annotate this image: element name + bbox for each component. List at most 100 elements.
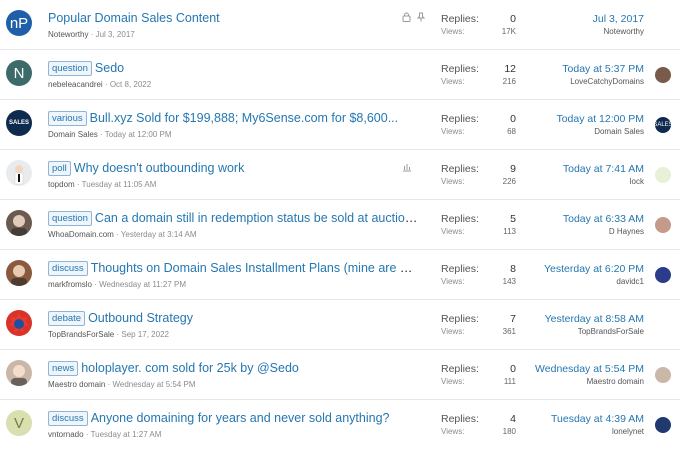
replies-label: Replies: (441, 413, 479, 425)
thread-start-date[interactable]: Sep 17, 2022 (121, 330, 169, 339)
thread-row[interactable]: N question Sedo nebeleacandrei · Oct 8, 2… (0, 50, 680, 100)
thread-main: discuss Anyone domaining for years and ne… (48, 410, 418, 439)
thread-author[interactable]: topdom (48, 180, 75, 189)
latest-post-user[interactable]: Domain Sales (504, 127, 644, 137)
thread-prefix-badge[interactable]: news (48, 361, 79, 376)
avatar[interactable]: N (6, 60, 32, 86)
thread-row[interactable]: SALES various Bull.xyz Sold for $199,888;… (0, 100, 680, 150)
thread-author[interactable]: nebeleacandrei (48, 80, 103, 89)
thread-main: Popular Domain Sales Content Noteworthy … (48, 10, 418, 39)
latest-post-date[interactable]: Today at 7:41 AM (504, 162, 644, 177)
thread-start-date[interactable]: Oct 8, 2022 (110, 80, 151, 89)
avatar[interactable]: SALES (6, 110, 32, 136)
latest-post-date[interactable]: Yesterday at 8:58 AM (504, 312, 644, 327)
thread-start-date[interactable]: Tuesday at 1:27 AM (91, 430, 162, 439)
thread-prefix-badge[interactable]: discuss (48, 261, 88, 276)
thread-author[interactable]: WhoaDomain.com (48, 230, 114, 239)
thread-title-link[interactable]: Thoughts on Domain Sales Installment Pla… (91, 261, 418, 275)
thread-main: question Sedo nebeleacandrei · Oct 8, 202… (48, 60, 418, 89)
latest-poster-avatar[interactable] (655, 167, 671, 183)
thread-row[interactable]: discuss Thoughts on Domain Sales Installm… (0, 250, 680, 300)
thread-title-link[interactable]: Can a domain still in redemption status … (95, 211, 418, 225)
latest-post-user[interactable]: Maestro domain (504, 377, 644, 387)
thread-author[interactable]: Noteworthy (48, 30, 88, 39)
thread-prefix-badge[interactable]: discuss (48, 411, 88, 426)
thread-title-link[interactable]: Outbound Strategy (88, 311, 193, 325)
thread-title-line: debate Outbound Strategy (48, 310, 418, 327)
latest-post-date[interactable]: Tuesday at 4:39 AM (504, 412, 644, 427)
replies-label: Replies: (441, 213, 479, 225)
avatar[interactable] (6, 260, 32, 286)
thread-prefix-badge[interactable]: debate (48, 311, 86, 326)
latest-poster-avatar[interactable] (655, 367, 671, 383)
latest-post-date[interactable]: Today at 12:00 PM (504, 112, 644, 127)
thread-status-icons (402, 162, 412, 175)
thread-row[interactable]: news holoplayer. com sold for 25k by @Sed… (0, 350, 680, 400)
latest-poster-avatar[interactable] (655, 417, 671, 433)
thread-prefix-badge[interactable]: various (48, 111, 87, 126)
thread-row[interactable]: question Can a domain still in redemption… (0, 200, 680, 250)
latest-post-user[interactable]: LoveCatchyDomains (504, 77, 644, 87)
latest-post: Jul 3, 2017 Noteworthy (504, 12, 644, 37)
avatar-text: nP (9, 14, 29, 32)
thread-row[interactable]: poll Why doesn't outbounding work topdom … (0, 150, 680, 200)
avatar[interactable] (6, 210, 32, 236)
thread-title-link[interactable]: Anyone domaining for years and never sol… (91, 411, 390, 425)
thread-author[interactable]: markfromslo (48, 280, 92, 289)
thread-title-link[interactable]: Why doesn't outbounding work (74, 161, 245, 175)
thread-row[interactable]: nP Popular Domain Sales Content Notewort… (0, 0, 680, 50)
views-label: Views: (441, 277, 465, 286)
thread-author[interactable]: Domain Sales (48, 130, 98, 139)
latest-post-date[interactable]: Today at 5:37 PM (504, 62, 644, 77)
avatar[interactable]: nP (6, 10, 32, 36)
latest-post-user[interactable]: davidc1 (504, 277, 644, 287)
thread-prefix-badge[interactable]: question (48, 61, 92, 76)
avatar-text: SALES (8, 120, 29, 126)
thread-meta: nebeleacandrei · Oct 8, 2022 (48, 80, 152, 89)
thread-start-date[interactable]: Today at 12:00 PM (105, 130, 172, 139)
latest-post-date[interactable]: Jul 3, 2017 (504, 12, 644, 27)
thread-title-line: question Sedo (48, 60, 418, 77)
latest-poster-avatar[interactable] (655, 67, 671, 83)
pin-icon (416, 12, 426, 25)
views-label: Views: (441, 127, 465, 136)
avatar[interactable] (6, 310, 32, 336)
thread-title-link[interactable]: Bull.xyz Sold for $199,888; My6Sense.com… (90, 111, 399, 125)
avatar[interactable]: V (6, 410, 32, 436)
thread-start-date[interactable]: Yesterday at 3:14 AM (121, 230, 197, 239)
thread-title-link[interactable]: holoplayer. com sold for 25k by @Sedo (81, 361, 299, 375)
avatar[interactable] (6, 360, 32, 386)
thread-row[interactable]: V discuss Anyone domaining for years and … (0, 400, 680, 449)
thread-author[interactable]: vntornado (48, 430, 84, 439)
thread-row[interactable]: debate Outbound Strategy TopBrandsForSale… (0, 300, 680, 350)
poll-icon (402, 162, 412, 175)
thread-start-date[interactable]: Jul 3, 2017 (96, 30, 135, 39)
latest-post-user[interactable]: D Haynes (504, 227, 644, 237)
thread-title-link[interactable]: Popular Domain Sales Content (48, 11, 220, 25)
latest-post-date[interactable]: Wednesday at 5:54 PM (504, 362, 644, 377)
thread-author[interactable]: Maestro domain (48, 380, 105, 389)
latest-poster-avatar[interactable] (655, 217, 671, 233)
latest-poster-avatar[interactable]: SALES (655, 117, 671, 133)
thread-prefix-badge[interactable]: question (48, 211, 92, 226)
latest-post-user[interactable]: lock (504, 177, 644, 187)
thread-meta: Noteworthy · Jul 3, 2017 (48, 30, 135, 39)
latest-post-date[interactable]: Yesterday at 6:20 PM (504, 262, 644, 277)
avatar[interactable] (6, 160, 32, 186)
latest-post: Yesterday at 8:58 AM TopBrandsForSale (504, 312, 644, 337)
thread-title-link[interactable]: Sedo (95, 61, 124, 75)
thread-start-date[interactable]: Wednesday at 5:54 PM (112, 380, 195, 389)
latest-post-user[interactable]: TopBrandsForSale (504, 327, 644, 337)
thread-title-line: question Can a domain still in redemption… (48, 210, 418, 227)
thread-author[interactable]: TopBrandsForSale (48, 330, 114, 339)
thread-meta: Maestro domain · Wednesday at 5:54 PM (48, 380, 196, 389)
latest-post-user[interactable]: Noteworthy (504, 27, 644, 37)
latest-post-date[interactable]: Today at 6:33 AM (504, 212, 644, 227)
latest-post-user[interactable]: lonelynet (504, 427, 644, 437)
latest-poster-avatar[interactable] (655, 267, 671, 283)
thread-start-date[interactable]: Wednesday at 11:27 PM (99, 280, 186, 289)
thread-title-line: various Bull.xyz Sold for $199,888; My6Se… (48, 110, 418, 127)
thread-prefix-badge[interactable]: poll (48, 161, 71, 176)
replies-label: Replies: (441, 263, 479, 275)
thread-start-date[interactable]: Tuesday at 11:05 AM (82, 180, 157, 189)
